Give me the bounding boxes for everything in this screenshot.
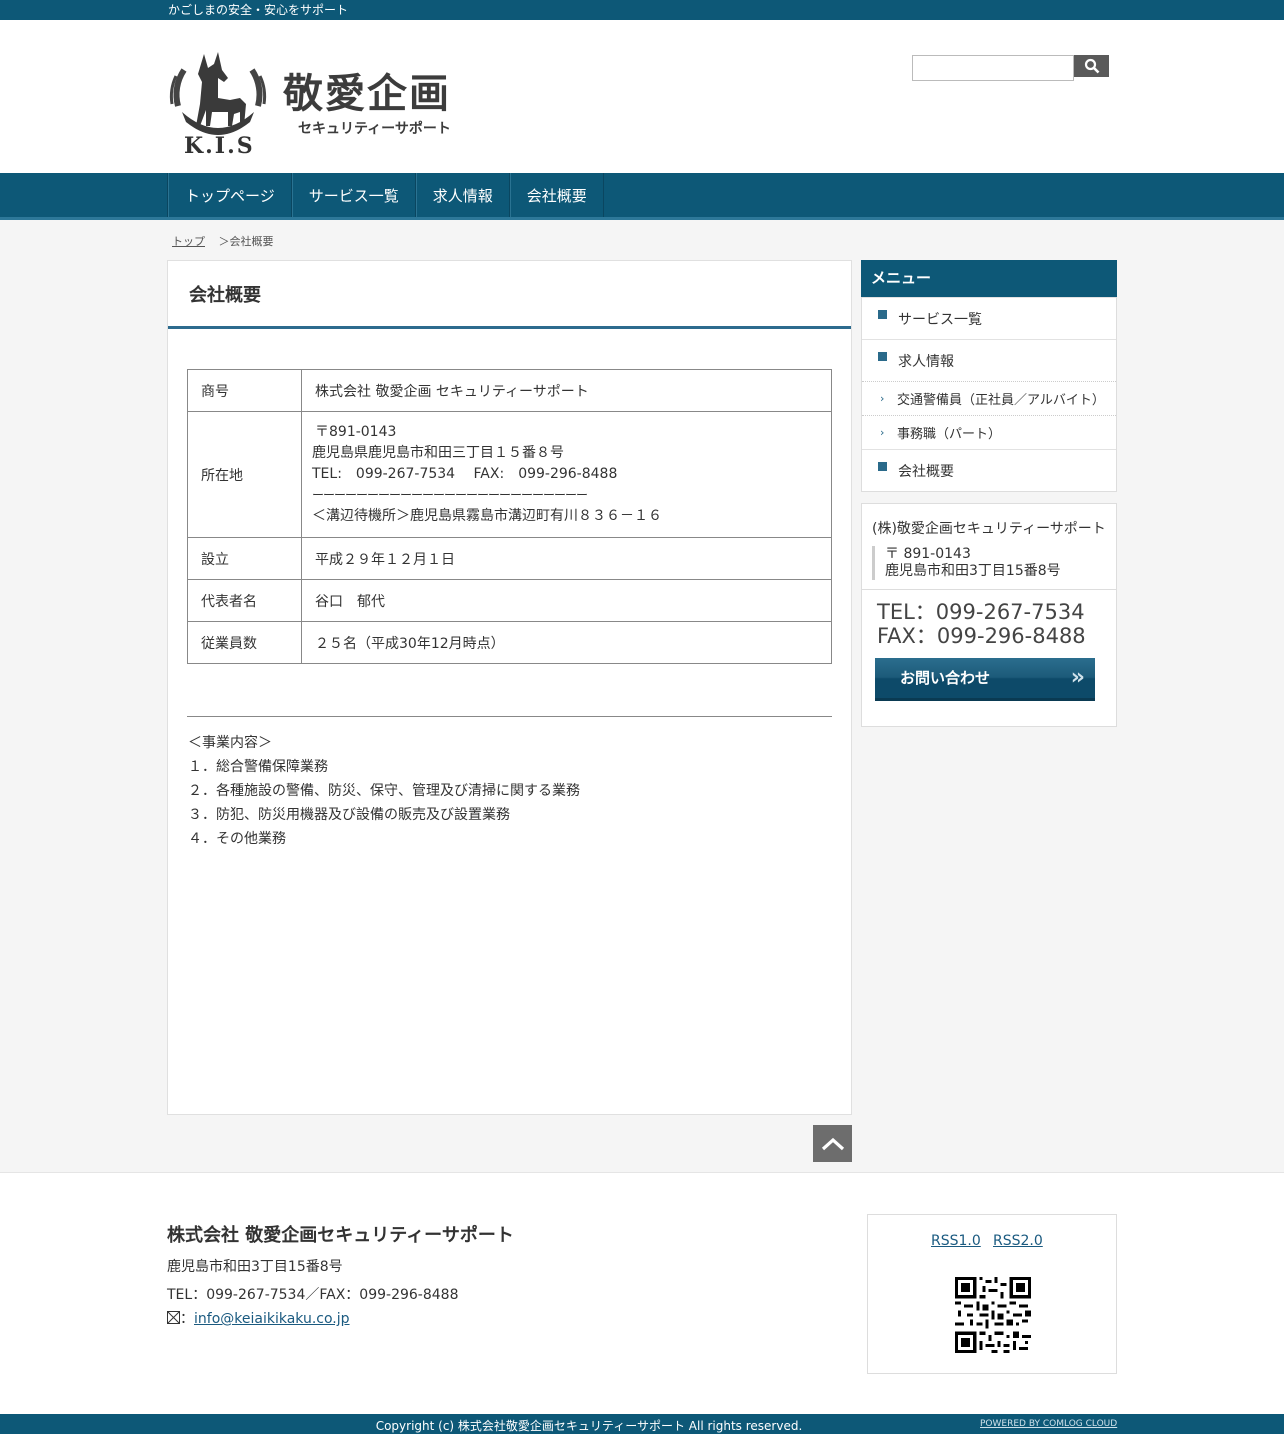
chevron-right-icon: › [880,392,885,405]
site-logo[interactable]: 敬愛企画 セキュリティーサポート K.I.S [168,48,468,160]
search-icon [1084,58,1099,74]
logo-kis-text: K.I.S [184,133,255,159]
sidebar-item-label: サービス一覧 [898,311,982,328]
footer-email: ：info@keiaikikaku.co.jp [167,1308,350,1328]
sidebar-menu-title: メニュー [861,260,1117,297]
row-value-address: 〒891-0143 鹿児島県鹿児島市和田三丁目１５番８号 TEL: 099-26… [301,411,832,538]
sidebar-item-services[interactable]: サービス一覧 [862,297,1116,339]
chevron-up-icon [821,1137,844,1150]
business-item: １．総合警備保障業務 [188,759,328,775]
email-prefix: ： [180,1311,194,1327]
row-label: 代表者名 [187,579,302,622]
contact-button-label: お問い合わせ [900,669,991,687]
bullet-icon [878,352,887,361]
rss2-link[interactable]: RSS2.0 [993,1233,1043,1249]
rss-box: RSS1.0 RSS2.0 [867,1214,1117,1374]
contact-company-name: (株)敬愛企画セキュリティーサポート [872,521,1106,537]
business-item: ４．その他業務 [188,831,286,847]
sidebar-item-label: 会社概要 [898,463,954,480]
sidebar-subitem-traffic-guard[interactable]: › 交通警備員（正社員／アルバイト） [862,381,1116,415]
contact-address-line: 鹿児島市和田3丁目15番8号 [885,563,1061,579]
table-row: 所在地 〒891-0143 鹿児島県鹿児島市和田三丁目１５番８号 TEL: 09… [187,411,832,538]
sidebar-item-recruit[interactable]: 求人情報 [862,339,1116,381]
divider [862,589,1116,590]
contact-phone: TEL：099-267-7534 FAX：099-296-8488 [877,600,1086,648]
site-tagline: かごしまの安全・安心をサポート [168,3,349,17]
breadcrumb: トップ ＞会社概要 [172,233,274,249]
sidebar-contact-box: (株)敬愛企画セキュリティーサポート 〒 891-0143 鹿児島市和田3丁目1… [861,503,1117,727]
business-item: ２．各種施設の警備、防災、保守、管理及び清掃に関する業務 [188,783,580,799]
search-button[interactable] [1074,55,1109,77]
bottom-bar: Copyright (c) 株式会社敬愛企画セキュリティーサポート All ri… [0,1414,1284,1434]
address-standby: ＜溝辺待機所＞鹿児島県霧島市溝辺町有川８３６－１６ [312,508,662,524]
nav-item-services[interactable]: サービス一覧 [291,173,416,217]
row-label: 商号 [187,369,302,412]
email-link[interactable]: info@keiaikikaku.co.jp [194,1311,350,1327]
row-value: 株式会社 敬愛企画 セキュリティーサポート [301,369,832,412]
contact-button[interactable]: お問い合わせ » [875,658,1095,701]
main-content: 会社概要 商号 株式会社 敬愛企画 セキュリティーサポート 所在地 〒891-0… [167,260,852,1115]
row-label: 設立 [187,537,302,580]
sidebar-item-label: 事務職（パート） [897,427,1002,442]
address-zip: 〒891-0143 [315,424,397,440]
company-info-table: 商号 株式会社 敬愛企画 セキュリティーサポート 所在地 〒891-0143 鹿… [187,369,832,664]
nav-item-recruit[interactable]: 求人情報 [415,173,510,217]
nav-item-top[interactable]: トップページ [168,173,292,217]
row-label: 従業員数 [187,621,302,664]
search-input[interactable] [912,55,1074,81]
table-row: 従業員数 ２５名（平成30年12月時点） [187,621,832,664]
dog-emblem-icon [169,52,267,135]
row-label: 所在地 [187,411,302,538]
row-value: ２５名（平成30年12月時点） [301,621,832,664]
contact-tel: TEL：099-267-7534 [877,600,1085,624]
sidebar-menu: サービス一覧 求人情報 › 交通警備員（正社員／アルバイト） › 事務職（パート… [861,297,1117,492]
sidebar-item-company[interactable]: 会社概要 [862,449,1116,491]
business-item: ３．防犯、防災用機器及び設備の販売及び設置業務 [188,807,510,823]
bullet-icon [878,462,887,471]
table-row: 設立 平成２９年１２月１日 [187,537,832,580]
row-value: 平成２９年１２月１日 [301,537,832,580]
page-title: 会社概要 [168,261,851,329]
table-row: 商号 株式会社 敬愛企画 セキュリティーサポート [187,369,832,412]
address-line: 鹿児島県鹿児島市和田三丁目１５番８号 [312,445,564,461]
header: 敬愛企画 セキュリティーサポート K.I.S [0,20,1284,173]
qr-code-icon [955,1277,1031,1353]
sidebar-item-label: 求人情報 [898,353,954,370]
business-description: ＜事業内容＞ １．総合警備保障業務 ２．各種施設の警備、防災、保守、管理及び清掃… [188,731,580,851]
powered-by-link[interactable]: POWERED BY COMLOG CLOUD [980,1419,1117,1429]
row-value: 谷口 郁代 [301,579,832,622]
logo-sub-text: セキュリティーサポート [298,121,451,137]
sidebar-item-label: 交通警備員（正社員／アルバイト） [897,393,1105,408]
footer-telfax: TEL：099-267-7534／FAX：099-296-8488 [167,1287,459,1303]
global-nav: トップページ サービス一覧 求人情報 会社概要 [0,173,1284,220]
divider [187,716,832,717]
chevron-right-icon: › [880,426,885,439]
table-row: 代表者名 谷口 郁代 [187,579,832,622]
double-chevron-right-icon: » [1070,665,1085,690]
business-heading: ＜事業内容＞ [188,735,272,751]
contact-fax: FAX：099-296-8488 [877,624,1086,648]
back-to-top-button[interactable] [813,1125,852,1162]
sidebar: メニュー サービス一覧 求人情報 › 交通警備員（正社員／アルバイト） › 事務… [861,260,1117,727]
footer: 株式会社 敬愛企画セキュリティーサポート 鹿児島市和田3丁目15番8号 TEL：… [0,1172,1284,1414]
address-telfax: TEL: 099-267-7534 FAX: 099-296-8488 [312,466,618,482]
top-bar: かごしまの安全・安心をサポート [0,0,1284,20]
rss1-link[interactable]: RSS1.0 [931,1233,981,1249]
bullet-icon [878,310,887,319]
address-separator: ーーーーーーーーーーーーーーーーーーーーーーーーー [312,488,588,502]
footer-company-name: 株式会社 敬愛企画セキュリティーサポート [167,1225,514,1246]
contact-zip: 〒 891-0143 [885,546,971,562]
contact-address: 〒 891-0143 鹿児島市和田3丁目15番8号 [872,546,1061,580]
breadcrumb-current: ＞会社概要 [218,235,274,248]
sidebar-subitem-office[interactable]: › 事務職（パート） [862,415,1116,449]
breadcrumb-home-link[interactable]: トップ [172,235,205,248]
mail-icon [167,1311,180,1324]
logo-brand-text: 敬愛企画 [283,70,451,117]
nav-item-company[interactable]: 会社概要 [509,173,604,217]
footer-address: 鹿児島市和田3丁目15番8号 [167,1259,343,1275]
